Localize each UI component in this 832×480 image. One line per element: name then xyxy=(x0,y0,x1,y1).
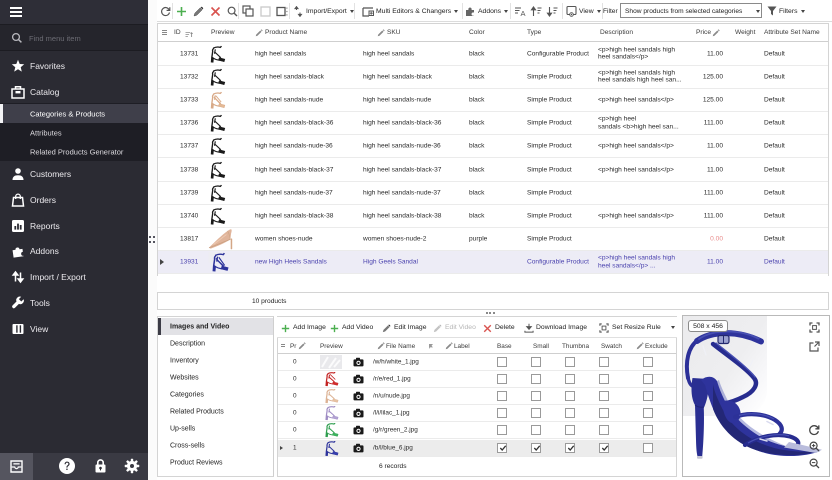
svg-text:A: A xyxy=(521,9,526,17)
